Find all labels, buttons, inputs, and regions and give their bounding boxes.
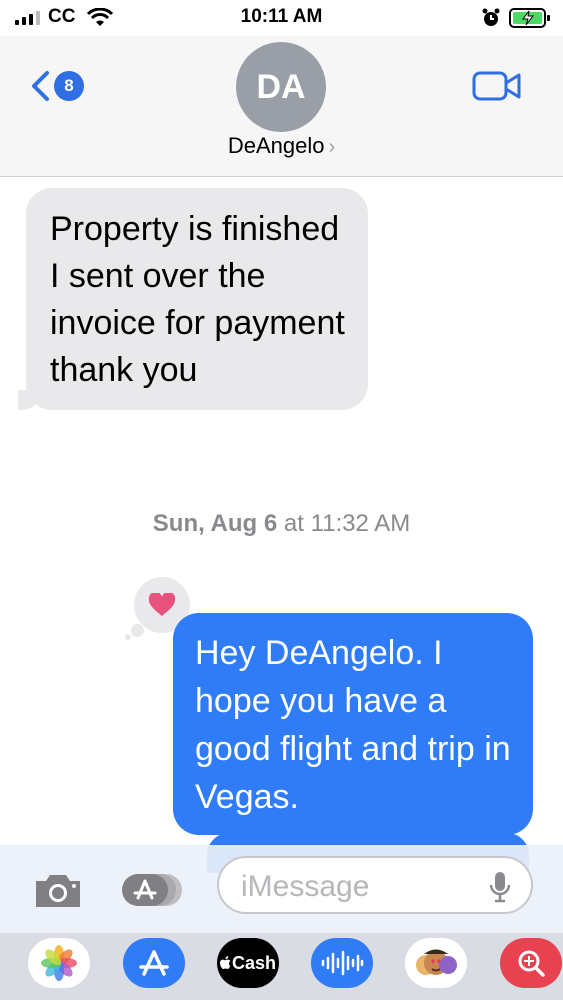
photos-app-icon[interactable] <box>28 938 90 988</box>
message-composer: iMessage <box>0 845 563 933</box>
app-drawer: Cash <box>0 933 563 1000</box>
outgoing-message-text: Hey DeAngelo. I hope you have a good fli… <box>195 634 511 816</box>
timestamp-day: Sun, Aug 6 <box>152 510 278 537</box>
chevron-right-icon: › <box>328 136 336 158</box>
message-timestamp: Sun, Aug 6 at 11:32 AM <box>0 510 563 538</box>
dictation-mic-icon[interactable] <box>487 870 513 904</box>
unread-count-badge: 8 <box>54 71 84 101</box>
alarm-icon <box>481 8 501 33</box>
search-images-icon[interactable] <box>500 938 562 988</box>
memoji-stickers-icon[interactable] <box>405 938 467 988</box>
chevron-left-icon <box>32 71 49 101</box>
camera-icon[interactable] <box>32 869 84 916</box>
facetime-video-icon[interactable] <box>472 71 522 106</box>
timestamp-at: at <box>283 510 304 537</box>
status-bar: CC 10:11 AM <box>0 0 563 36</box>
contact-name: DeAngelo <box>227 133 325 158</box>
incoming-message-bubble[interactable]: Property is finished I sent over the inv… <box>18 188 368 410</box>
heart-icon <box>148 593 176 616</box>
battery-charging-icon <box>509 8 551 33</box>
back-button[interactable]: 8 <box>30 70 84 102</box>
app-store-button[interactable] <box>122 872 184 908</box>
status-time: 10:11 AM <box>240 6 323 27</box>
timestamp-time: 11:32 AM <box>310 510 411 537</box>
apple-logo-icon <box>219 956 231 969</box>
conversation-header: 8 DA DeAngelo › <box>0 36 563 177</box>
imessage-placeholder: iMessage <box>241 870 370 903</box>
contact-avatar[interactable]: DA <box>236 42 326 132</box>
outgoing-message-bubble[interactable]: Hey DeAngelo. I hope you have a good fli… <box>173 613 533 835</box>
cash-label: Cash <box>231 952 276 973</box>
app-store-icon[interactable] <box>123 938 185 988</box>
audio-message-icon[interactable] <box>311 938 373 988</box>
apple-cash-icon[interactable]: Cash <box>217 938 279 988</box>
contact-name-button[interactable]: DeAngelo › <box>0 133 563 159</box>
incoming-message-text: Property is finished I sent over the inv… <box>50 210 345 389</box>
imessage-input[interactable]: iMessage <box>217 856 533 914</box>
